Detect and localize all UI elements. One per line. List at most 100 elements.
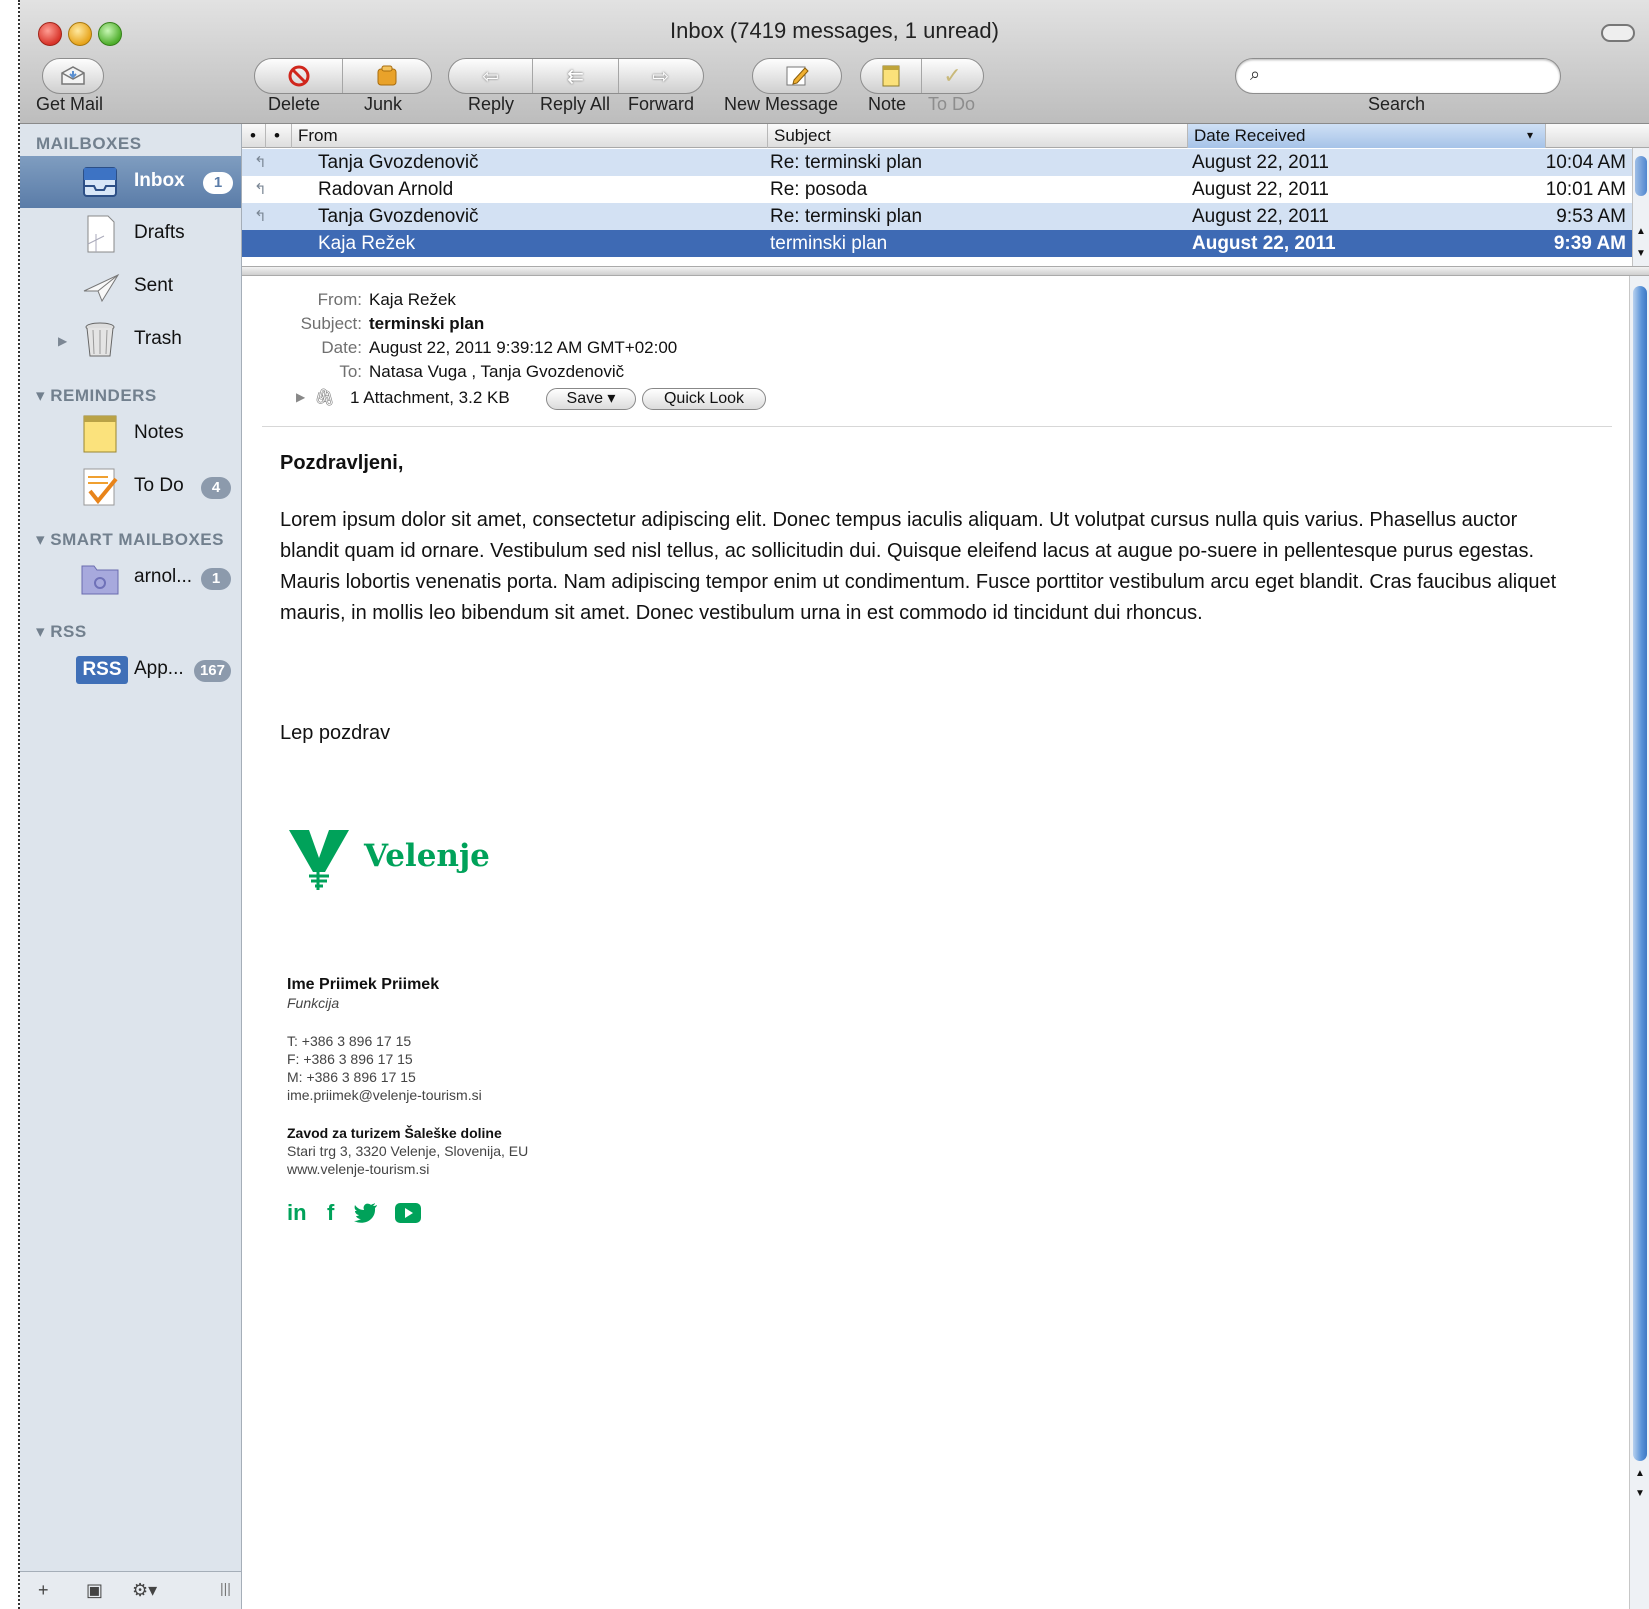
attachment-summary: 1 Attachment, 3.2 KB — [350, 388, 510, 407]
attachment-disclosure-icon[interactable]: ▶ — [296, 390, 305, 404]
get-mail-label: Get Mail — [36, 94, 104, 114]
note-button[interactable] — [861, 59, 923, 93]
forward-button[interactable]: ⇨ — [619, 59, 703, 93]
reply-all-button[interactable]: ⇇ — [533, 59, 619, 93]
junk-bag-icon — [377, 65, 397, 86]
sidebar-item-notes[interactable]: Notes — [20, 408, 241, 460]
message-greeting: Pozdravljeni, — [280, 452, 404, 474]
sidebar-item-smart-label: arnol... — [134, 566, 193, 587]
from-value[interactable]: Kaja Režek — [369, 290, 456, 310]
replied-icon: ↰ — [254, 208, 267, 225]
message-row-4-selected[interactable]: Kaja Režek terminski plan August 22, 201… — [242, 230, 1632, 257]
message-view-scrollbar[interactable]: ▲ ▼ — [1629, 276, 1649, 1609]
row-subject: Re: terminski plan — [770, 152, 923, 173]
row-date: August 22, 2011 — [1192, 179, 1329, 200]
row-from: Radovan Arnold — [318, 179, 454, 200]
new-message-label: New Message — [724, 94, 839, 114]
reminders-header-label: REMINDERS — [50, 386, 157, 405]
quick-look-button[interactable]: Quick Look — [642, 388, 766, 410]
date-label: Date: — [321, 338, 362, 357]
column-date-received[interactable]: Date Received ▾ — [1188, 124, 1546, 148]
scroll-up-arrow-icon[interactable]: ▲ — [1635, 1468, 1645, 1479]
junk-label: Junk — [364, 94, 403, 114]
twitter-icon[interactable] — [354, 1202, 378, 1224]
disclosure-down-icon[interactable]: ▾ — [36, 386, 50, 405]
rss-unread-badge: 167 — [193, 660, 231, 682]
message-row-2[interactable]: ↰ Radovan Arnold Re: posoda August 22, 2… — [242, 176, 1632, 203]
sidebar-item-todo-label: To Do — [134, 475, 184, 496]
velenje-logo-icon — [289, 830, 349, 890]
add-mailbox-icon[interactable]: + — [38, 1580, 49, 1601]
signature-email-link[interactable]: ime.priimek@velenje-tourism.si — [287, 1087, 482, 1104]
sidebar-item-sent[interactable]: Sent — [20, 261, 241, 313]
sidebar-item-rss-feed[interactable]: RSS App... 167 — [20, 644, 241, 696]
get-mail-button[interactable] — [42, 58, 104, 94]
row-date: August 22, 2011 — [1192, 233, 1336, 254]
unread-column-icon[interactable]: • — [242, 124, 266, 148]
reply-group: ⇦ ⇇ ⇨ — [448, 58, 704, 94]
todo-check-icon — [83, 468, 118, 506]
column-from[interactable]: From — [292, 124, 768, 148]
scroll-down-arrow-icon[interactable]: ▼ — [1635, 1488, 1645, 1499]
gear-menu-icon[interactable]: ⚙▾ — [132, 1580, 157, 1601]
message-row-3[interactable]: ↰ Tanja Gvozdenovič Re: terminski plan A… — [242, 203, 1632, 230]
mail-window: Inbox (7419 messages, 1 unread) Get Mail… — [20, 0, 1649, 1609]
reminders-header: ▾ REMINDERS — [36, 386, 157, 406]
todo-button[interactable]: ✓ — [922, 59, 983, 93]
disclosure-down-icon[interactable]: ▾ — [36, 530, 50, 549]
column-subject[interactable]: Subject — [768, 124, 1188, 148]
delete-button[interactable] — [255, 59, 343, 93]
inbox-tray-icon — [83, 167, 117, 197]
sidebar-item-smart-mailbox[interactable]: arnol... 1 — [20, 552, 241, 604]
header-to: To: Natasa Vuga , Tanja Gvozdenovič — [262, 362, 962, 384]
sidebar-item-drafts[interactable]: Drafts — [20, 208, 241, 260]
reply-all-arrow-icon: ⇇ — [567, 65, 584, 88]
forward-arrow-icon: ⇨ — [652, 65, 670, 88]
show-activity-icon[interactable]: ▣ — [86, 1580, 103, 1601]
signature-organization: Zavod za turizem Šaleške doline — [287, 1125, 502, 1141]
desktop-edge — [0, 0, 20, 1609]
sidebar-item-inbox-label: Inbox — [134, 170, 185, 191]
save-attachment-button[interactable]: Save ▾ — [546, 388, 636, 410]
message-list-header: • • From Subject Date Received ▾ — [242, 124, 1649, 148]
message-row-1[interactable]: ↰ Tanja Gvozdenovič Re: terminski plan A… — [242, 149, 1632, 176]
youtube-icon[interactable] — [394, 1202, 422, 1224]
message-list-scrollbar[interactable]: ▲ ▼ — [1632, 148, 1649, 266]
window-title: Inbox (7419 messages, 1 unread) — [670, 18, 999, 43]
rss-header: ▾ RSS — [36, 622, 87, 642]
scroll-up-arrow-icon[interactable]: ▲ — [1636, 226, 1646, 237]
sidebar-item-inbox[interactable]: Inbox 1 — [20, 156, 241, 208]
search-input[interactable] — [1274, 64, 1544, 88]
flag-column-icon[interactable]: • — [266, 124, 292, 148]
facebook-icon[interactable]: f — [327, 1200, 334, 1226]
disclosure-triangle-icon[interactable]: ▶ — [58, 334, 67, 348]
toolbar-toggle-button[interactable] — [1601, 24, 1635, 42]
drafts-page-icon — [87, 215, 115, 253]
resize-handle-icon[interactable]: ||| — [220, 1580, 231, 1596]
smart-mailboxes-header-label: SMART MAILBOXES — [50, 530, 224, 549]
reply-all-label: Reply All — [540, 94, 611, 114]
junk-button[interactable] — [343, 59, 431, 93]
search-field[interactable]: ⌕ — [1235, 58, 1561, 94]
to-value[interactable]: Natasa Vuga , Tanja Gvozdenovič — [369, 362, 624, 382]
sidebar-item-drafts-label: Drafts — [134, 222, 185, 243]
toolbar: Inbox (7419 messages, 1 unread) Get Mail… — [20, 0, 1649, 124]
signature-website-link[interactable]: www.velenje-tourism.si — [287, 1161, 429, 1178]
scroll-down-arrow-icon[interactable]: ▼ — [1636, 248, 1646, 259]
disclosure-down-icon[interactable]: ▾ — [36, 622, 50, 641]
signature-fax: F: +386 3 896 17 15 — [287, 1051, 413, 1067]
reply-button[interactable]: ⇦ — [449, 59, 534, 93]
row-subject: terminski plan — [770, 233, 888, 254]
sidebar-item-trash[interactable]: ▶ Trash — [20, 314, 241, 366]
linkedin-icon[interactable]: in — [287, 1200, 307, 1226]
sidebar-item-todo[interactable]: To Do 4 — [20, 461, 241, 513]
scrollbar-thumb[interactable] — [1633, 286, 1647, 1461]
rss-icon: RSS — [76, 656, 128, 684]
new-message-button[interactable] — [752, 58, 842, 94]
paperclip-icon: 🖇 — [314, 388, 336, 407]
note-pad-icon — [882, 65, 900, 87]
row-time: 9:39 AM — [1553, 233, 1626, 254]
sort-descending-icon: ▾ — [1526, 128, 1533, 142]
scrollbar-thumb[interactable] — [1635, 156, 1647, 196]
pane-splitter[interactable] — [242, 266, 1649, 276]
